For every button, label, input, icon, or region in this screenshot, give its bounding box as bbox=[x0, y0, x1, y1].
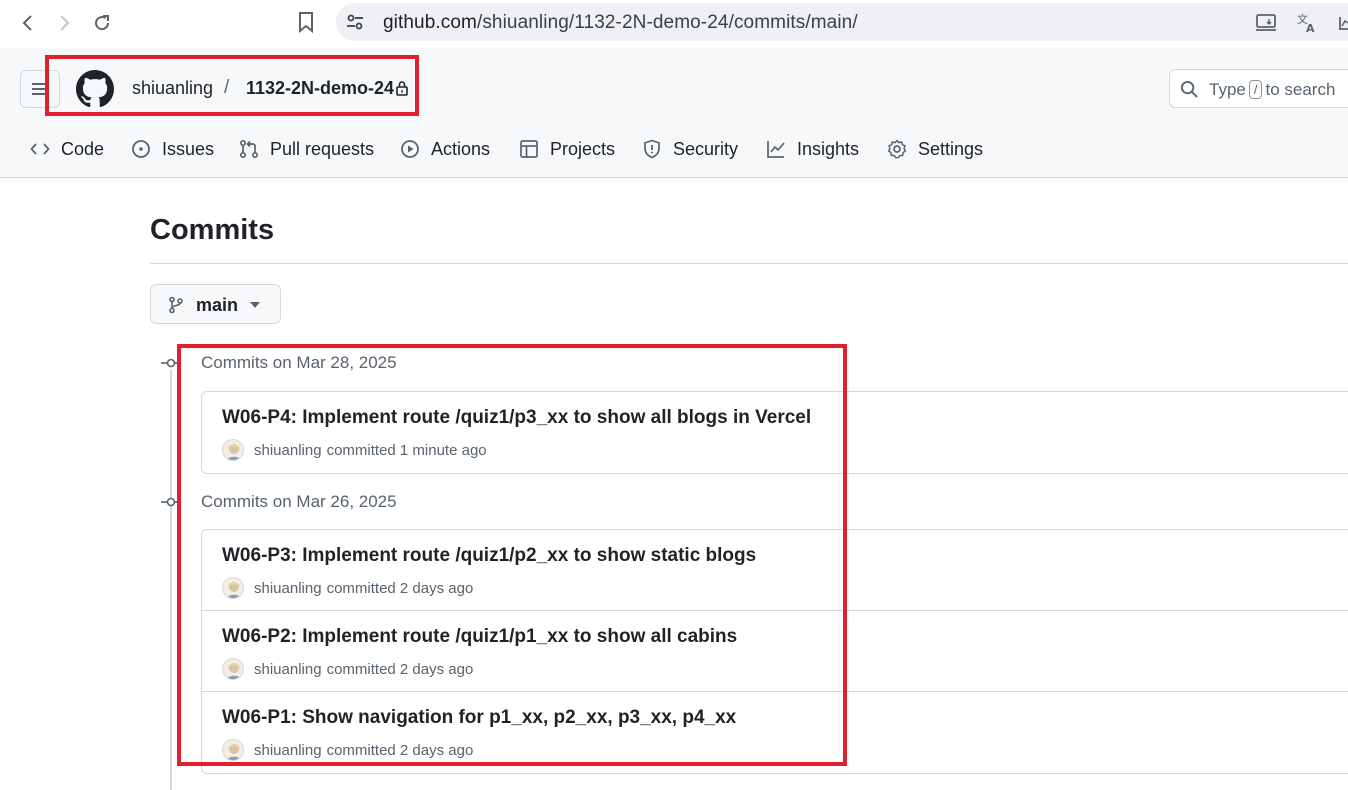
address-bar[interactable]: github.com/shiuanling/1132-2N-demo-24/co… bbox=[336, 3, 1348, 41]
tab-security[interactable]: Security bbox=[642, 134, 738, 164]
back-button[interactable] bbox=[13, 8, 43, 38]
search-shortcut-key: / bbox=[1248, 80, 1263, 99]
shield-icon bbox=[644, 139, 660, 159]
play-icon bbox=[401, 140, 419, 158]
tab-settings[interactable]: Settings bbox=[887, 134, 983, 164]
tab-label: Security bbox=[673, 138, 739, 159]
search-suffix: to search bbox=[1265, 80, 1336, 99]
forward-button[interactable] bbox=[49, 8, 79, 38]
table-icon bbox=[520, 140, 538, 158]
branch-selector[interactable]: main bbox=[150, 284, 281, 324]
url-text: github.com/shiuanling/1132-2N-demo-24/co… bbox=[383, 12, 858, 34]
install-app-icon[interactable] bbox=[1255, 11, 1277, 33]
caret-down-icon bbox=[250, 302, 260, 308]
code-icon bbox=[30, 143, 50, 155]
pull-request-icon bbox=[239, 139, 259, 159]
highlight-box-commits bbox=[177, 344, 847, 766]
extension-icon[interactable] bbox=[1338, 11, 1348, 33]
commit-timeline bbox=[170, 370, 172, 790]
tab-label: Issues bbox=[162, 138, 215, 159]
site-settings-icon[interactable] bbox=[345, 12, 365, 32]
search-icon bbox=[1180, 80, 1198, 98]
url-path: /shiuanling/1132-2N-demo-24/commits/main… bbox=[476, 12, 858, 33]
tab-label: Insights bbox=[797, 138, 860, 159]
graph-icon bbox=[767, 141, 785, 158]
highlight-box-repo bbox=[45, 55, 419, 116]
search-prefix: Type bbox=[1209, 80, 1246, 99]
branch-icon bbox=[169, 296, 183, 314]
tab-label: Projects bbox=[550, 138, 616, 159]
forward-arrow-icon bbox=[60, 15, 70, 31]
search-placeholder: Type / to search bbox=[1209, 80, 1335, 100]
url-host: github.com bbox=[383, 12, 477, 33]
bookmark-icon[interactable] bbox=[296, 11, 316, 33]
tab-label: Actions bbox=[431, 138, 491, 159]
branch-name: main bbox=[196, 295, 239, 315]
tab-label: Code bbox=[61, 138, 105, 159]
tab-insights[interactable]: Insights bbox=[766, 134, 859, 164]
search-input[interactable]: Type / to search bbox=[1169, 69, 1348, 108]
gear-icon bbox=[887, 139, 907, 159]
tab-label: Settings bbox=[918, 138, 984, 159]
tab-label: Pull requests bbox=[270, 138, 375, 159]
tab-issues[interactable]: Issues bbox=[131, 134, 214, 164]
tab-code[interactable]: Code bbox=[30, 134, 104, 164]
tab-projects[interactable]: Projects bbox=[519, 134, 615, 164]
issue-icon bbox=[132, 140, 150, 158]
reload-icon bbox=[95, 15, 110, 31]
reload-button[interactable] bbox=[87, 8, 117, 38]
tab-actions[interactable]: Actions bbox=[400, 134, 490, 164]
browser-toolbar: github.com/shiuanling/1132-2N-demo-24/co… bbox=[0, 0, 1348, 48]
translate-icon[interactable]: 文A bbox=[1296, 11, 1318, 33]
tab-pull-requests[interactable]: Pull requests bbox=[239, 134, 374, 164]
title-divider bbox=[150, 263, 1348, 264]
back-arrow-icon bbox=[22, 15, 32, 31]
svg-text:A: A bbox=[1306, 22, 1315, 33]
page-title: Commits bbox=[150, 214, 275, 246]
